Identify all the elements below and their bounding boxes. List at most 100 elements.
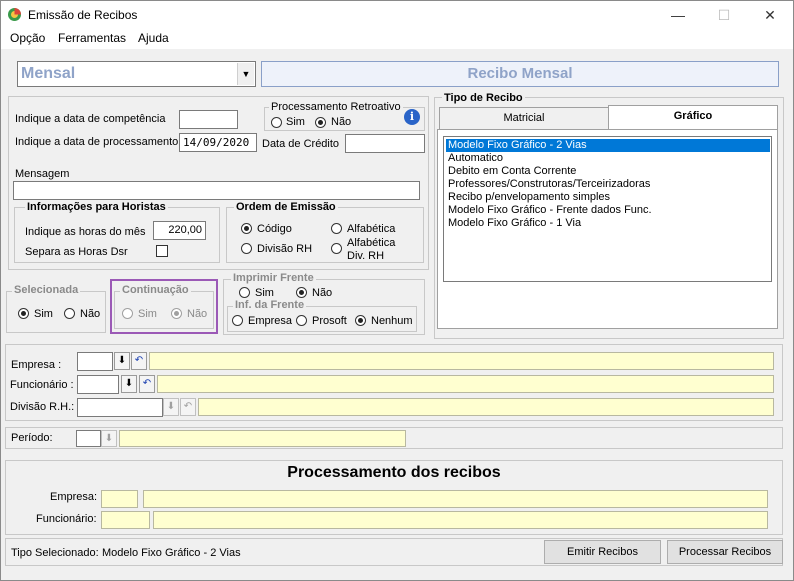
inf-empresa-label: Empresa xyxy=(248,315,293,327)
credito-label: Data de Crédito xyxy=(262,138,340,150)
imprimir-nao-label: Não xyxy=(312,287,333,299)
retroativo-sim-label: Sim xyxy=(286,116,305,128)
ordem-divisao-radio[interactable] xyxy=(241,243,252,254)
download-icon[interactable]: ⬇ xyxy=(114,352,130,370)
list-item[interactable]: Professores/Construtoras/Terceirizadoras xyxy=(446,178,650,191)
divisao-name-field xyxy=(198,398,774,416)
undo-icon[interactable]: ↶ xyxy=(131,352,147,370)
list-item[interactable]: Automatico xyxy=(446,152,503,165)
emitir-recibos-button[interactable]: Emitir Recibos xyxy=(544,540,661,564)
processamento-title: Processamento dos recibos xyxy=(287,464,501,481)
menu-ajuda[interactable]: Ajuda xyxy=(138,31,169,45)
selecionada-sim-radio[interactable] xyxy=(18,308,29,319)
menu-opcao[interactable]: Opção xyxy=(10,31,45,45)
periodo-code-input[interactable] xyxy=(76,430,101,447)
selecionada-sim-label: Sim xyxy=(34,308,53,320)
ordem-alfabetica-label: Alfabética xyxy=(347,223,396,235)
inf-prosoft-radio[interactable] xyxy=(296,315,307,326)
inf-frente-title: Inf. da Frente xyxy=(233,299,307,311)
list-item[interactable]: Modelo Fixo Gráfico - 1 Via xyxy=(446,217,581,230)
processamento-input[interactable]: 14/09/2020 xyxy=(179,133,257,152)
list-item[interactable]: Debito em Conta Corrente xyxy=(446,165,576,178)
download-icon[interactable]: ⬇ xyxy=(101,430,117,447)
continuacao-nao-label: Não xyxy=(187,308,208,320)
imprimir-sim-radio[interactable] xyxy=(239,287,250,298)
ordem-title: Ordem de Emissão xyxy=(234,201,338,213)
ordem-alfabetica-radio[interactable] xyxy=(331,223,342,234)
retroativo-sim-radio[interactable] xyxy=(271,117,282,128)
empresa-code-input[interactable] xyxy=(77,352,113,371)
proc-funcionario-name xyxy=(153,511,768,529)
download-icon[interactable]: ⬇ xyxy=(163,398,179,416)
proc-empresa-code xyxy=(101,490,138,508)
app-icon xyxy=(8,8,21,21)
separa-checkbox[interactable] xyxy=(156,245,168,257)
list-item[interactable]: Modelo Fixo Gráfico - Frente dados Func. xyxy=(446,204,652,217)
continuacao-nao-radio[interactable] xyxy=(171,308,182,319)
menu-ferramentas[interactable]: Ferramentas xyxy=(58,31,126,45)
main-window: Emissão de Recibos — ☐ ✕ Opção Ferrament… xyxy=(0,0,794,581)
divisao-label: Divisão R.H.: xyxy=(10,401,75,413)
ordem-alfabetica-div-label-1: Alfabética xyxy=(347,237,396,249)
proc-empresa-name xyxy=(143,490,768,508)
processar-recibos-button[interactable]: Processar Recibos xyxy=(667,540,783,564)
menu-bar: Opção Ferramentas Ajuda xyxy=(1,29,793,49)
tab-grafico[interactable]: Gráfico xyxy=(608,105,778,129)
continuacao-title: Continuação xyxy=(120,284,191,296)
competencia-label: Indique a data de competência xyxy=(15,113,166,125)
competencia-input[interactable] xyxy=(179,110,238,129)
retroativo-title: Processamento Retroativo xyxy=(269,101,403,113)
tipo-selecionado-label: Tipo Selecionado: xyxy=(11,547,99,559)
continuacao-sim-radio[interactable] xyxy=(122,308,133,319)
maximize-button[interactable]: ☐ xyxy=(701,1,747,29)
list-item[interactable]: Recibo p/envelopamento simples xyxy=(446,191,610,204)
mensagem-label: Mensagem xyxy=(15,168,70,180)
funcionario-name-field xyxy=(157,375,774,393)
ordem-group xyxy=(226,207,424,263)
ordem-divisao-label: Divisão RH xyxy=(257,243,313,255)
retroativo-nao-radio[interactable] xyxy=(315,117,326,128)
undo-icon[interactable]: ↶ xyxy=(180,398,196,416)
info-icon[interactable]: i xyxy=(404,109,420,125)
recibo-model-list[interactable]: Modelo Fixo Gráfico - 2 Vias Automatico … xyxy=(443,136,772,282)
inf-nenhum-radio[interactable] xyxy=(355,315,366,326)
empresa-label: Empresa : xyxy=(11,359,62,371)
undo-icon[interactable]: ↶ xyxy=(139,375,155,393)
inf-nenhum-label: Nenhum xyxy=(371,315,413,327)
ordem-codigo-radio[interactable] xyxy=(241,223,252,234)
divisao-code-input[interactable] xyxy=(77,398,163,417)
imprimir-frente-title: Imprimir Frente xyxy=(231,272,316,284)
selecionada-nao-radio[interactable] xyxy=(64,308,75,319)
inf-empresa-radio[interactable] xyxy=(232,315,243,326)
credito-input[interactable] xyxy=(345,134,425,153)
horas-label: Indique as horas do mês xyxy=(25,226,146,238)
ordem-alfabetica-div-radio[interactable] xyxy=(331,243,342,254)
funcionario-label: Funcionário : xyxy=(10,379,74,391)
title-bar: Emissão de Recibos — ☐ ✕ xyxy=(1,1,793,29)
inf-prosoft-label: Prosoft xyxy=(312,315,347,327)
funcionario-code-input[interactable] xyxy=(77,375,119,394)
horas-input[interactable]: 220,00 xyxy=(153,221,206,240)
chevron-down-icon[interactable]: ▼ xyxy=(237,63,254,85)
close-button[interactable]: ✕ xyxy=(747,1,793,29)
proc-empresa-label: Empresa: xyxy=(50,491,98,503)
minimize-button[interactable]: — xyxy=(655,1,701,29)
recibo-type-value: Mensal xyxy=(21,65,76,82)
imprimir-nao-radio[interactable] xyxy=(296,287,307,298)
recibo-type-select[interactable]: Mensal ▼ xyxy=(17,61,256,87)
tab-matricial[interactable]: Matricial xyxy=(439,107,609,129)
tipo-selecionado-value: Modelo Fixo Gráfico - 2 Vias xyxy=(102,547,241,559)
separa-label: Separa as Horas Dsr xyxy=(25,246,128,258)
download-icon[interactable]: ⬇ xyxy=(121,375,137,393)
periodo-name-field xyxy=(119,430,406,447)
ordem-alfabetica-div-label-2: Div. RH xyxy=(347,250,385,262)
periodo-label: Período: xyxy=(11,432,53,444)
selecionada-title: Selecionada xyxy=(12,284,81,296)
proc-funcionario-label: Funcionário: xyxy=(36,513,97,525)
horistas-title: Informações para Horistas xyxy=(25,201,168,213)
window-title: Emissão de Recibos xyxy=(28,8,138,22)
empresa-name-field xyxy=(149,352,774,370)
processamento-label: Indique a data de processamento xyxy=(15,136,179,148)
mensagem-input[interactable] xyxy=(13,181,420,200)
list-item[interactable]: Modelo Fixo Gráfico - 2 Vias xyxy=(445,138,771,153)
